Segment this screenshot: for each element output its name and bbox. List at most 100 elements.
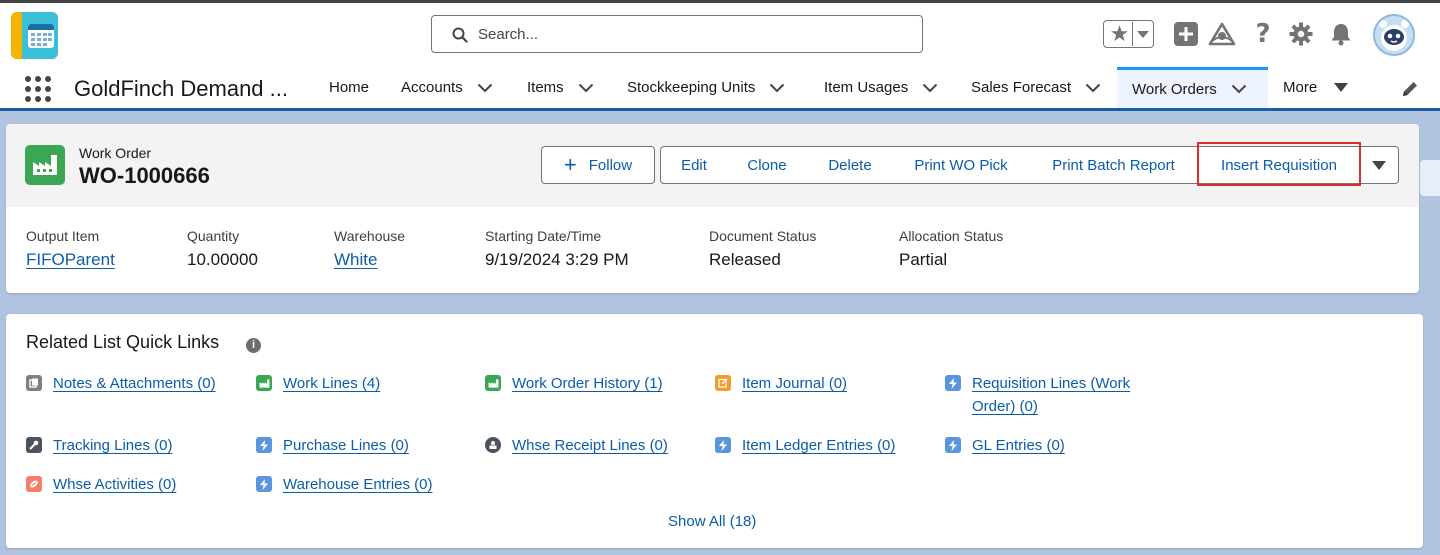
lightning-icon (945, 437, 961, 453)
global-actions-button[interactable] (1172, 20, 1200, 48)
trailhead-button[interactable] (1208, 20, 1236, 48)
quick-link-purchase-lines[interactable]: Purchase Lines (0) (256, 434, 409, 457)
quick-link-label: Whse Activities (0) (53, 476, 177, 493)
quick-link-notes-attachments[interactable]: Notes & Attachments (0) (26, 372, 216, 395)
nav-item-work-orders[interactable]: Work Orders (1117, 67, 1268, 108)
help-button[interactable]: ? (1249, 19, 1277, 49)
chevron-down-icon[interactable] (1231, 84, 1247, 94)
follow-button[interactable]: + Follow (541, 146, 655, 184)
global-search-box[interactable] (431, 15, 923, 53)
quick-link-label: Warehouse Entries (0) (283, 476, 433, 493)
app-navigation-bar: GoldFinch Demand ... Home Accounts Items… (0, 67, 1440, 111)
journal-edit-icon (715, 375, 731, 391)
app-launcher-icon[interactable] (25, 76, 51, 102)
field-allocation-status: Allocation Status Partial (899, 228, 1003, 270)
nav-item-more[interactable]: More (1283, 67, 1349, 108)
favorites-button[interactable]: ★ (1103, 20, 1154, 48)
lightning-icon (715, 437, 731, 453)
nav-item-label: Item Usages (824, 79, 909, 96)
trailhead-icon (1208, 22, 1236, 46)
user-avatar[interactable] (1373, 14, 1415, 56)
clone-button[interactable]: Clone (727, 146, 808, 184)
nav-item-stockkeeping-units[interactable]: Stockkeeping Units (627, 67, 785, 108)
quick-link-requisition-lines[interactable]: Requisition Lines (Work Order) (0) (945, 372, 1165, 418)
work-order-factory-icon (25, 145, 65, 185)
caret-down-icon (1334, 83, 1349, 92)
field-label: Document Status (709, 228, 817, 244)
edit-button[interactable]: Edit (660, 146, 728, 184)
activity-icon (26, 476, 42, 492)
print-wo-pick-button[interactable]: Print WO Pick (893, 146, 1030, 184)
quick-link-gl-entries[interactable]: GL Entries (0) (945, 434, 1065, 457)
delete-button[interactable]: Delete (807, 146, 894, 184)
edit-nav-pencil-icon[interactable] (1400, 79, 1420, 99)
chevron-down-icon[interactable] (477, 83, 493, 93)
object-type-label: Work Order (79, 145, 152, 161)
quick-link-label: Tracking Lines (0) (53, 437, 173, 454)
field-label: Quantity (187, 228, 240, 244)
nav-item-accounts[interactable]: Accounts (401, 67, 493, 108)
receipt-person-icon (485, 437, 501, 453)
quick-link-work-lines[interactable]: Work Lines (4) (256, 372, 380, 395)
nav-item-sales-forecast[interactable]: Sales Forecast (971, 67, 1101, 108)
field-quantity: Quantity 10.00000 (187, 228, 258, 270)
highlight-box (1197, 142, 1361, 186)
lightning-icon (256, 476, 272, 492)
quick-link-whse-activities[interactable]: Whse Activities (0) (26, 473, 176, 496)
plus-icon: + (563, 152, 577, 177)
follow-label: Follow (588, 156, 633, 174)
field-label: Starting Date/Time (485, 228, 602, 244)
quick-link-work-order-history[interactable]: Work Order History (1) (485, 372, 663, 395)
quick-link-label: Work Order History (1) (512, 375, 663, 392)
show-all-link[interactable]: Show All (18) (668, 513, 756, 530)
quick-link-label: Notes & Attachments (0) (53, 375, 216, 392)
nav-item-label: Stockkeeping Units (627, 79, 756, 96)
factory-icon (256, 375, 272, 391)
field-label: Output Item (26, 228, 100, 244)
nav-item-label: Items (527, 79, 564, 96)
field-value: 10.00000 (187, 250, 258, 269)
field-label: Allocation Status (899, 228, 1004, 244)
quick-link-item-ledger-entries[interactable]: Item Ledger Entries (0) (715, 434, 895, 457)
nav-item-home[interactable]: Home (329, 67, 369, 108)
chevron-down-icon[interactable] (578, 83, 594, 93)
bell-icon (1331, 24, 1351, 46)
chevron-down-icon[interactable] (1085, 83, 1101, 93)
nav-item-label: Home (329, 79, 370, 96)
setup-button[interactable] (1287, 20, 1315, 48)
warehouse-link[interactable]: White (334, 250, 405, 270)
quick-link-whse-receipt-lines[interactable]: Whse Receipt Lines (0) (485, 434, 668, 457)
notifications-button[interactable] (1327, 20, 1355, 48)
quick-link-label: Requisition Lines (Work Order) (0) (972, 375, 1131, 415)
more-actions-button[interactable] (1360, 146, 1399, 184)
nav-item-label: Work Orders (1132, 80, 1217, 98)
quick-link-label: Purchase Lines (0) (283, 437, 409, 454)
question-icon: ? (1255, 19, 1271, 49)
nav-item-item-usages[interactable]: Item Usages (824, 67, 938, 108)
chevron-down-icon (1137, 31, 1149, 38)
quick-link-tracking-lines[interactable]: Tracking Lines (0) (26, 434, 173, 457)
field-starting-date-time: Starting Date/Time 9/19/2024 3:29 PM (485, 228, 629, 270)
quick-link-warehouse-entries[interactable]: Warehouse Entries (0) (256, 473, 433, 496)
lightning-icon (256, 437, 272, 453)
search-input[interactable] (478, 24, 908, 44)
app-logo-icon[interactable] (11, 12, 58, 59)
nav-item-items[interactable]: Items (527, 67, 594, 108)
field-output-item: Output Item FIFOParent (26, 228, 115, 270)
quick-link-label: Item Journal (0) (742, 375, 848, 392)
chevron-down-icon[interactable] (922, 83, 938, 93)
related-list-quick-links-card: Related List Quick Links i Notes & Attac… (6, 314, 1423, 548)
factory-icon (485, 375, 501, 391)
utility-panel-handle[interactable] (1420, 160, 1440, 196)
info-icon[interactable]: i (246, 338, 261, 353)
global-header: ★ ? (0, 3, 1440, 67)
field-label: Warehouse (334, 228, 406, 244)
print-batch-report-button[interactable]: Print Batch Report (1029, 146, 1199, 184)
quick-link-item-journal[interactable]: Item Journal (0) (715, 372, 847, 395)
output-item-link[interactable]: FIFOParent (26, 250, 115, 270)
wrench-icon (26, 437, 42, 453)
field-value: Partial (899, 250, 948, 269)
field-value: 9/19/2024 3:29 PM (485, 250, 629, 269)
star-icon: ★ (1107, 22, 1133, 46)
chevron-down-icon[interactable] (769, 83, 785, 93)
